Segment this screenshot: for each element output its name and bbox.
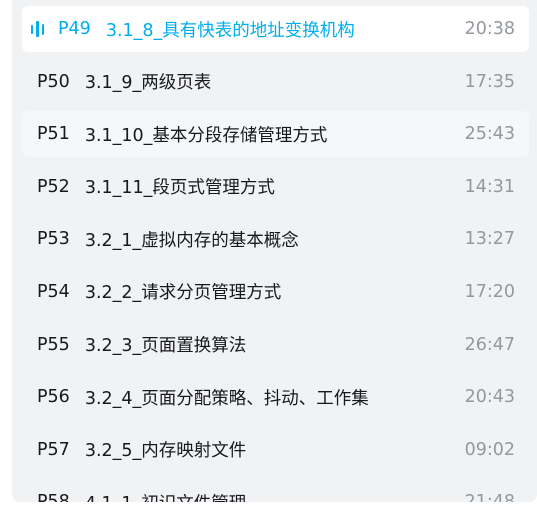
episode-duration: 13:27 bbox=[464, 229, 515, 250]
episode-duration: 26:47 bbox=[464, 334, 515, 355]
episode-page-number: P51 bbox=[37, 124, 70, 145]
episode-title: 3.2_4_页面分配策略、抖动、工作集 bbox=[84, 388, 369, 409]
episode-page-number: P53 bbox=[37, 229, 70, 250]
episode-label: P53 3.2_1_虚拟内存的基本概念 bbox=[22, 227, 299, 252]
audio-wave-icon bbox=[31, 20, 49, 38]
episode-duration: 09:02 bbox=[464, 439, 515, 460]
episode-page-number: P56 bbox=[37, 387, 70, 408]
episode-label: P54 3.2_2_请求分页管理方式 bbox=[22, 279, 281, 304]
episode-page-number: P50 bbox=[37, 71, 70, 92]
episode-label: P58 4.1_1_初识文件管理 bbox=[22, 490, 246, 502]
episode-duration: 14:31 bbox=[464, 176, 515, 197]
episode-title: 3.2_5_内存映射文件 bbox=[84, 441, 247, 462]
episode-item[interactable]: P56 3.2_4_页面分配策略、抖动、工作集 20:43 bbox=[22, 374, 529, 420]
episode-label: P56 3.2_4_页面分配策略、抖动、工作集 bbox=[22, 385, 369, 410]
episode-title: 3.1_10_基本分段存储管理方式 bbox=[84, 125, 328, 146]
episode-item[interactable]: P53 3.2_1_虚拟内存的基本概念 13:27 bbox=[22, 216, 529, 262]
episode-label: P49 3.1_8_具有快表的地址变换机构 bbox=[22, 17, 355, 42]
episode-title: 4.1_1_初识文件管理 bbox=[85, 490, 246, 502]
episode-title: 3.2_2_请求分页管理方式 bbox=[84, 283, 282, 304]
episode-duration: 20:38 bbox=[464, 19, 515, 39]
episode-label: P57 3.2_5_内存映射文件 bbox=[22, 437, 246, 462]
episode-item[interactable]: P58 4.1_1_初识文件管理 21:48 bbox=[22, 479, 529, 502]
episode-item[interactable]: P51 3.1_10_基本分段存储管理方式 25:43 bbox=[22, 111, 529, 158]
episode-item[interactable]: P50 3.1_9_两级页表 17:35 bbox=[22, 59, 529, 105]
episode-title: 3.1_9_两级页表 bbox=[84, 73, 212, 94]
episode-item[interactable]: P52 3.1_11_段页式管理方式 14:31 bbox=[22, 164, 529, 210]
episode-label: P55 3.2_3_页面置换算法 bbox=[22, 332, 246, 357]
episode-label: P50 3.1_9_两级页表 bbox=[22, 69, 211, 94]
episode-duration: 17:35 bbox=[464, 71, 515, 92]
episode-title: 3.1_8_具有快表的地址变换机构 bbox=[105, 20, 355, 41]
episode-title: 3.2_3_页面置换算法 bbox=[84, 336, 247, 357]
episode-list: P49 3.1_8_具有快表的地址变换机构 20:38 P50 3.1_9_两级页表 17… bbox=[22, 0, 529, 502]
episode-page-number: P55 bbox=[37, 334, 70, 355]
episode-item[interactable]: P57 3.2_5_内存映射文件 09:02 bbox=[22, 427, 529, 473]
episode-item[interactable]: P55 3.2_3_页面置换算法 26:47 bbox=[22, 322, 529, 368]
episode-duration: 25:43 bbox=[464, 124, 515, 145]
episode-title: 3.1_11_段页式管理方式 bbox=[84, 178, 275, 199]
episode-page-number: P58 bbox=[37, 492, 70, 502]
episode-page-number: P57 bbox=[37, 439, 70, 460]
episode-page-number: P49 bbox=[58, 19, 91, 39]
playlist-panel: P49 3.1_8_具有快表的地址变换机构 20:38 P50 3.1_9_两级页表 17… bbox=[12, 0, 537, 502]
episode-label: P52 3.1_11_段页式管理方式 bbox=[22, 174, 275, 199]
episode-label: P51 3.1_10_基本分段存储管理方式 bbox=[22, 122, 327, 147]
episode-duration: 17:20 bbox=[464, 281, 515, 302]
episode-duration: 21:48 bbox=[465, 492, 515, 502]
episode-page-number: P52 bbox=[37, 176, 70, 197]
episode-title: 3.2_1_虚拟内存的基本概念 bbox=[84, 230, 299, 251]
episode-duration: 20:43 bbox=[464, 387, 515, 408]
episode-page-number: P54 bbox=[37, 281, 70, 302]
episode-item[interactable]: P54 3.2_2_请求分页管理方式 17:20 bbox=[22, 269, 529, 315]
episode-item[interactable]: P49 3.1_8_具有快表的地址变换机构 20:38 bbox=[22, 6, 529, 52]
